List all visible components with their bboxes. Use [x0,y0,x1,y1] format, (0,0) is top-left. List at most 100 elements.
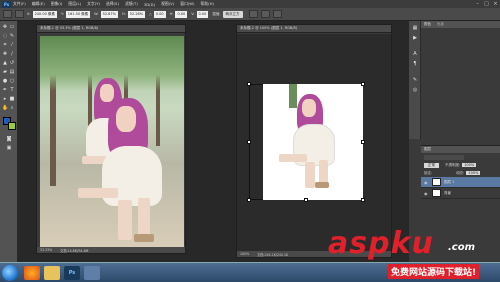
vskew-input[interactable]: 0.00 [196,10,209,18]
maximize-button[interactable]: □ [482,0,491,8]
history-panel-icon[interactable]: ▦ [412,25,418,31]
angle-icon: △ [149,12,152,16]
minimize-button[interactable]: – [473,0,482,8]
hskew-input[interactable]: 0.00 [175,10,188,18]
move-tool-icon[interactable]: ✥ [2,24,8,30]
eyedropper-icon[interactable]: ⁄ [9,42,15,48]
close-button[interactable]: × [491,0,500,8]
quick-select-icon[interactable]: ✎ [9,33,15,39]
fill-input[interactable]: 100% [466,171,481,175]
lasso-tool-icon[interactable]: ◌ [2,33,8,39]
layer-filter-icons[interactable] [424,154,464,160]
menu-image[interactable]: 图像(I) [51,1,63,7]
layer-row-2[interactable]: ◉ 背景 [421,188,500,199]
app-window-icon[interactable] [84,266,100,280]
transform-handle[interactable] [247,82,251,86]
zoom-level[interactable]: 33.33% [40,248,52,252]
path-select-icon[interactable]: ▸ [2,96,8,102]
clone-source-icon[interactable]: ◎ [412,87,418,93]
watermark: aspku .com 免费网站源码下载站! [328,220,500,282]
character-panel-icon[interactable]: A [412,51,418,57]
clone-stamp-icon[interactable]: ▲ [2,60,8,66]
interpolation-select[interactable]: 两次立方 [222,10,243,18]
commit-transform-icon[interactable] [272,10,282,18]
transform-handle[interactable] [361,140,365,144]
layer-thumbnail [432,178,441,186]
menu-3d[interactable]: 3D(D) [144,2,155,7]
document-size: 文档:244.1K/244.1K [257,252,289,257]
tab-layers[interactable]: 图层 [421,146,500,153]
healing-brush-icon[interactable]: ✚ [2,51,8,57]
menu-layer[interactable]: 图层(L) [68,1,81,7]
eye-icon[interactable]: ◉ [424,191,429,196]
transform-handle[interactable] [304,198,308,202]
actions-panel-icon[interactable]: ▶ [412,35,418,41]
tab-color[interactable]: 颜色 色板 [421,21,500,28]
menu-window[interactable]: 窗口(W) [180,1,194,7]
document-tab-1[interactable]: 未标题-1 @ 33.3% (图层 1, RGB/8) [37,25,185,33]
menu-select[interactable]: 选择(S) [106,1,119,7]
document-window-1[interactable]: 未标题-1 @ 33.3% (图层 1, RGB/8) 33.33% 文档:14… [36,24,186,254]
opacity-input[interactable]: 100% [462,163,477,167]
width-input[interactable]: 52.67% [100,10,118,18]
brush-tool-icon[interactable]: ∕ [9,51,15,57]
menu-help[interactable]: 帮助(H) [201,1,214,7]
crop-tool-icon[interactable]: ⌗ [2,42,8,48]
transform-handle[interactable] [247,140,251,144]
y-label: Y: [60,12,64,16]
paragraph-panel-icon[interactable]: ¶ [412,61,418,67]
layer-name[interactable]: 图层 1 [444,180,454,185]
hskew-label: H: [169,12,174,16]
gradient-tool-icon[interactable]: ▤ [9,69,15,75]
watermark-brand: aspku [328,226,434,261]
menu-filter[interactable]: 滤镜(T) [125,1,138,7]
layer-name[interactable]: 背景 [444,191,451,196]
photoshop-taskbar-icon[interactable]: Ps [64,266,80,280]
screen-mode-icon[interactable]: ▣ [6,145,12,151]
document-tab-2[interactable]: 未标题-2 @ 100% (图层 1, RGB/8) [237,25,391,33]
history-brush-icon[interactable]: ↺ [9,60,15,66]
menu-view[interactable]: 视图(V) [161,1,174,7]
tab-swatches-label[interactable]: 色板 [437,22,444,27]
brush-panel-icon[interactable]: ✎ [412,77,418,83]
quick-mask-icon[interactable]: ◙ [6,136,12,142]
menu-edit[interactable]: 编辑(E) [32,1,45,7]
firefox-icon[interactable] [24,266,40,280]
blend-mode-select[interactable]: 正常 [424,162,439,168]
x-input[interactable]: 240.00 像素 [32,10,57,18]
eye-icon[interactable]: ◉ [424,180,429,185]
folder-icon[interactable] [44,266,60,280]
eraser-tool-icon[interactable]: ▰ [2,69,8,75]
zoom-tool-icon[interactable]: ⌕ [9,105,15,111]
transform-handle[interactable] [361,82,365,86]
photo-canvas-1[interactable] [40,36,184,247]
type-tool-icon[interactable]: T [9,87,15,93]
blur-tool-icon[interactable]: ● [2,78,8,84]
height-input[interactable]: 52.28% [127,10,146,18]
pen-tool-icon[interactable]: ✒ [2,87,8,93]
shape-tool-icon[interactable]: ■ [9,96,15,102]
y-input[interactable]: 161.50 像素 [65,10,91,18]
angle-input[interactable]: 0.00 [153,10,166,18]
transform-handle[interactable] [361,198,365,202]
background-color-swatch[interactable] [8,122,16,130]
marquee-tool-icon[interactable]: ▭ [9,24,15,30]
start-button[interactable] [2,265,18,281]
watermark-suffix: .com [448,242,476,253]
dodge-tool-icon[interactable]: ○ [9,78,15,84]
hand-tool-icon[interactable]: ✋ [2,105,8,111]
blend-row: 正常 不透明度: 100% [421,161,500,169]
photo-canvas-2[interactable] [263,84,363,200]
warp-icon[interactable] [248,10,258,18]
menu-type[interactable]: 文字(Y) [87,1,100,7]
layer-row-1[interactable]: ◉ 图层 1 [421,177,500,188]
color-panel: 颜色 色板 [421,21,500,139]
transform-handle[interactable] [247,198,251,202]
reference-point-icon[interactable] [15,10,24,18]
layer-thumbnail [432,189,441,197]
document-size: 文档:14.8M/34.8M [60,248,89,253]
zoom-level[interactable]: 100% [240,252,249,256]
transform-tool-icon[interactable] [3,10,12,18]
cancel-transform-icon[interactable] [260,10,270,18]
menu-file[interactable]: 文件(F) [13,1,26,7]
